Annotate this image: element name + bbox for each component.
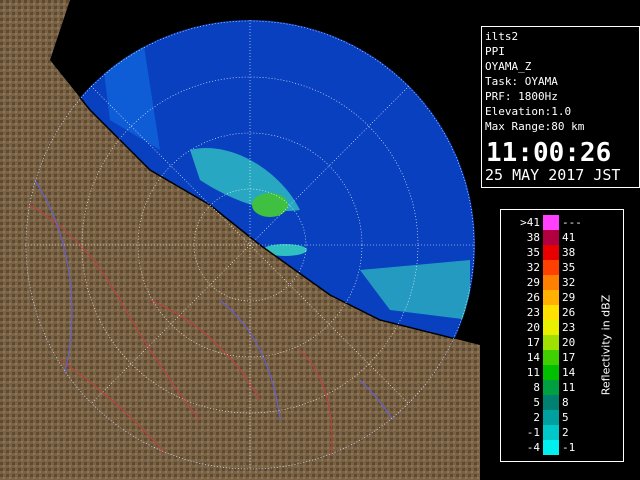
legend-row-max: 29 xyxy=(562,291,576,304)
legend-row-min: 17 xyxy=(526,336,540,349)
legend-row-max: 8 xyxy=(562,396,569,409)
legend-swatch xyxy=(543,320,559,335)
legend-row-max: 14 xyxy=(562,366,576,379)
legend-row-min: 29 xyxy=(526,276,540,289)
legend-row-max: -1 xyxy=(562,441,576,454)
legend-row: 8 11 xyxy=(512,380,594,395)
legend-row: 38 41 xyxy=(512,230,594,245)
legend-swatch xyxy=(543,380,559,395)
legend-row: 26 29 xyxy=(512,290,594,305)
legend-swatch xyxy=(543,440,559,455)
legend-title-box: Reflectivity in dBZ xyxy=(596,280,616,410)
legend-row: 29 32 xyxy=(512,275,594,290)
legend-swatch xyxy=(543,230,559,245)
legend-row-min: >41 xyxy=(520,216,540,229)
legend-swatch xyxy=(543,275,559,290)
info-line: PRF: 1800Hz xyxy=(485,90,558,103)
legend-title: Reflectivity in dBZ xyxy=(599,294,613,396)
legend-swatch xyxy=(543,305,559,320)
legend-row: >41 --- xyxy=(512,215,594,230)
legend-row: 25 xyxy=(512,410,594,425)
legend-row-min: 32 xyxy=(526,261,540,274)
legend-row-min: 23 xyxy=(526,306,540,319)
legend-row: 58 xyxy=(512,395,594,410)
legend-row: 11 14 xyxy=(512,365,594,380)
legend-swatch xyxy=(543,350,559,365)
observation-date: 25 MAY 2017 JST xyxy=(485,166,621,184)
radar-ppi-display xyxy=(0,0,480,480)
legend-row-min: -4 xyxy=(526,441,540,454)
legend-swatch xyxy=(543,245,559,260)
legend-row-max: 5 xyxy=(562,411,569,424)
legend-row-min: 2 xyxy=(533,411,540,424)
info-line: Task: OYAMA xyxy=(485,75,558,88)
legend-row-max: 35 xyxy=(562,261,576,274)
legend-swatch xyxy=(543,410,559,425)
legend-row-min: 11 xyxy=(526,366,540,379)
legend-row-min: 8 xyxy=(533,381,540,394)
legend-swatch xyxy=(543,260,559,275)
legend-row-min: 38 xyxy=(526,231,540,244)
observation-time: 11:00:26 xyxy=(486,138,612,168)
legend-row-min: 20 xyxy=(526,321,540,334)
reflectivity-legend: >41 --- 38 41 35 38 32 35 29 32 26 29 23 26 20 23 17 20 14… xyxy=(500,209,624,462)
legend-row: 23 26 xyxy=(512,305,594,320)
legend-row-max: 17 xyxy=(562,351,576,364)
legend-row: 20 23 xyxy=(512,320,594,335)
legend-row-max: --- xyxy=(562,216,582,229)
legend-row: 32 35 xyxy=(512,260,594,275)
legend-row-min: 5 xyxy=(533,396,540,409)
legend-row-max: 20 xyxy=(562,336,576,349)
legend-row-max: 11 xyxy=(562,381,576,394)
legend-row: 17 20 xyxy=(512,335,594,350)
info-line: ilts2 xyxy=(485,30,519,43)
legend-row-max: 23 xyxy=(562,321,576,334)
legend-row: 35 38 xyxy=(512,245,594,260)
info-line: PPI xyxy=(485,45,505,58)
legend-row-min: 14 xyxy=(526,351,540,364)
legend-row-min: -1 xyxy=(526,426,540,439)
legend-row: -4 -1 xyxy=(512,440,594,455)
legend-row-max: 2 xyxy=(562,426,569,439)
legend-row: -1 2 xyxy=(512,425,594,440)
legend-row-max: 38 xyxy=(562,246,576,259)
legend-swatch xyxy=(543,365,559,380)
legend-swatch xyxy=(543,290,559,305)
legend-swatch xyxy=(543,215,559,230)
info-line: Elevation:1.0 xyxy=(485,105,572,118)
legend-row: 14 17 xyxy=(512,350,594,365)
info-line: OYAMA_Z xyxy=(485,60,532,73)
info-panel: ilts2 PPI OYAMA_Z Task: OYAMA PRF: 1800H… xyxy=(481,26,640,188)
info-line: Max Range:80 km xyxy=(485,120,585,133)
echo-cell xyxy=(252,193,288,217)
legend-row-min: 26 xyxy=(526,291,540,304)
legend-row-max: 26 xyxy=(562,306,576,319)
legend-swatch xyxy=(543,425,559,440)
legend-row-min: 35 xyxy=(526,246,540,259)
legend-row-max: 32 xyxy=(562,276,576,289)
legend-swatch xyxy=(543,395,559,410)
legend-swatch xyxy=(543,335,559,350)
legend-row-max: 41 xyxy=(562,231,576,244)
